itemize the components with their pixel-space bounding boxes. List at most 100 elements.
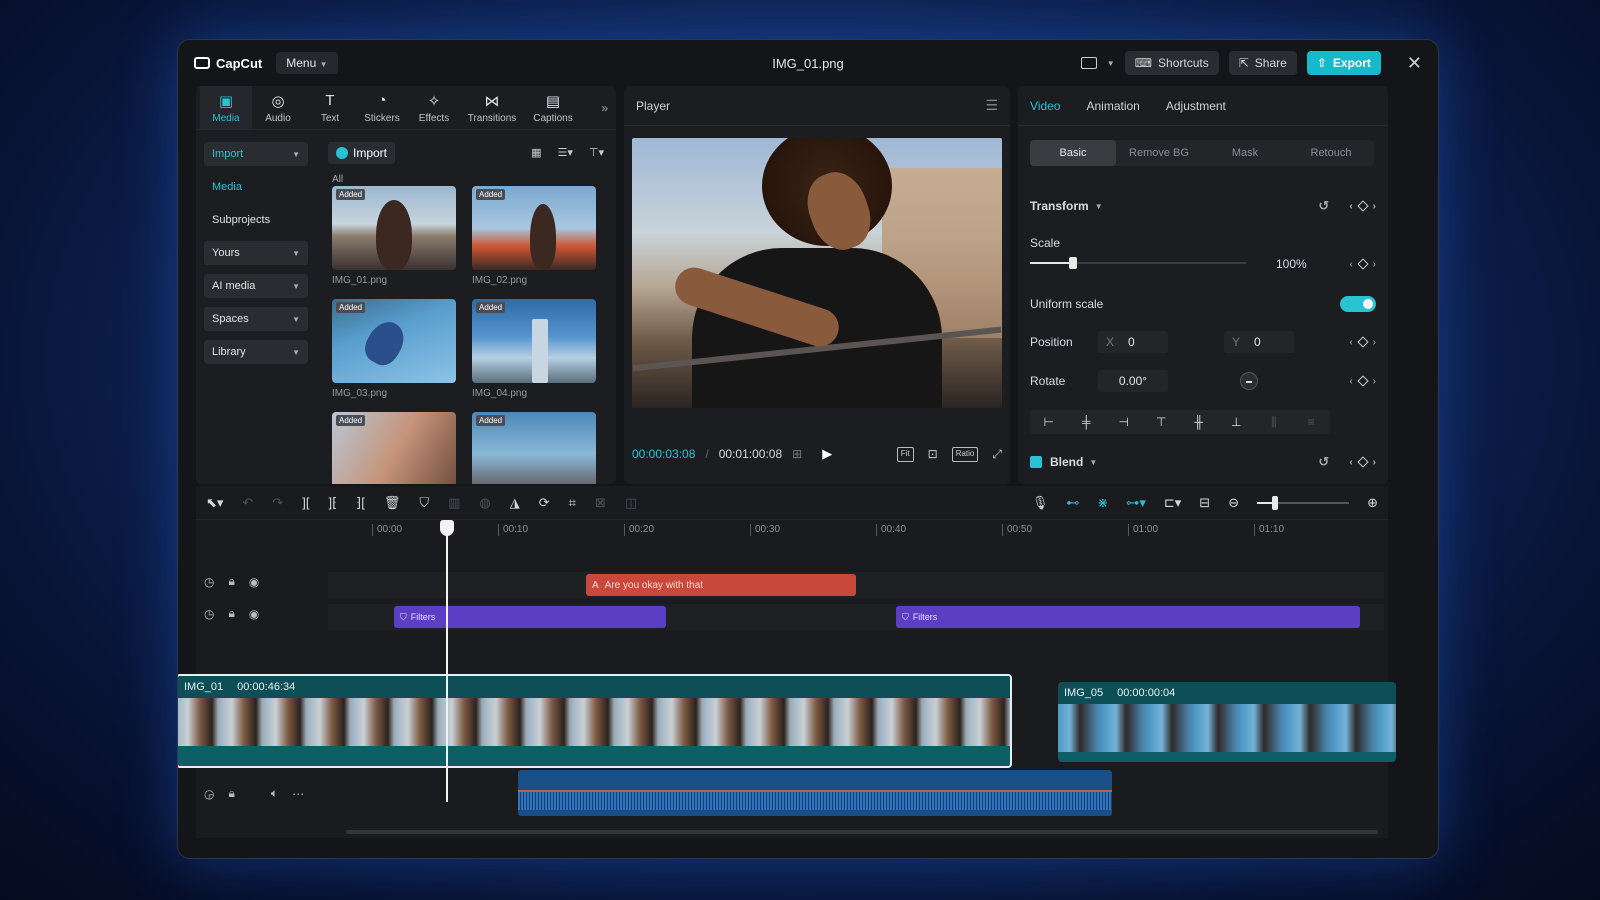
rotate-icon[interactable]: ⟳: [539, 495, 550, 511]
media-item[interactable]: Added IMG_01.png: [332, 186, 456, 287]
tab-captions[interactable]: ▤ Captions: [524, 86, 582, 129]
scale-value[interactable]: 100%: [1276, 257, 1307, 271]
grid-view-icon[interactable]: ▦: [531, 146, 541, 159]
scale-slider-handle[interactable]: [1069, 257, 1078, 269]
next-keyframe-icon[interactable]: ›: [1373, 457, 1376, 468]
next-keyframe-icon[interactable]: ›: [1373, 259, 1376, 270]
reset-icon[interactable]: ↺: [1318, 198, 1329, 214]
position-x-field[interactable]: X 0: [1098, 331, 1168, 353]
export-button[interactable]: ⇧ Export: [1306, 51, 1381, 75]
sub-tab-retouch[interactable]: Retouch: [1288, 140, 1374, 166]
delete-icon[interactable]: 🗑: [384, 495, 401, 511]
keyframe-icon[interactable]: [1356, 375, 1369, 387]
chevron-down-icon[interactable]: ▼: [1107, 59, 1115, 68]
video-clip[interactable]: IMG_05 00:00:00:04: [1058, 682, 1396, 762]
media-item[interactable]: Added IMG_03.png: [332, 299, 456, 400]
media-item[interactable]: Added IMG_02.png: [472, 186, 596, 287]
more-tabs-icon[interactable]: »: [601, 101, 612, 115]
tab-video[interactable]: Video: [1030, 99, 1060, 113]
next-keyframe-icon[interactable]: ›: [1373, 376, 1376, 387]
volume-icon[interactable]: 🔈︎: [271, 786, 278, 801]
prev-keyframe-icon[interactable]: ‹: [1349, 376, 1352, 387]
prev-keyframe-icon[interactable]: ‹: [1349, 259, 1352, 270]
replace-icon[interactable]: ◫: [625, 495, 637, 511]
lock-icon[interactable]: 🔒︎: [228, 786, 234, 801]
rotate-field[interactable]: 0.00°: [1098, 370, 1168, 392]
link-clips-icon[interactable]: ⊷: [1066, 495, 1079, 511]
audio-clock-icon[interactable]: ◶: [204, 787, 214, 801]
sub-tab-basic[interactable]: Basic: [1030, 140, 1116, 166]
side-item-import[interactable]: Import ▼: [204, 142, 308, 166]
play-icon[interactable]: ▶: [822, 446, 832, 462]
text-clip[interactable]: A Are you okay with that: [586, 574, 856, 596]
video-preview[interactable]: [632, 138, 1002, 408]
time-ruler[interactable]: 00:00 00:10 00:20 00:30 00:40 00:50 01:0…: [196, 520, 1388, 542]
align-left-icon[interactable]: ⊢: [1030, 410, 1068, 434]
blend-section[interactable]: Blend ▼ ↺ ‹ ›: [1030, 454, 1376, 470]
main-video-clip[interactable]: IMG_01 00:00:46:34: [178, 674, 1012, 768]
prev-keyframe-icon[interactable]: ‹: [1349, 201, 1352, 212]
next-keyframe-icon[interactable]: ›: [1373, 337, 1376, 348]
scale-slider[interactable]: [1030, 256, 1246, 272]
side-item-spaces[interactable]: Spaces ▼: [204, 307, 308, 331]
crop-icon[interactable]: ⌗: [569, 495, 576, 511]
side-item-library[interactable]: Library ▼: [204, 340, 308, 364]
fit-icon[interactable]: Fit: [896, 446, 914, 462]
tab-effects[interactable]: ✧ Effects: [408, 86, 460, 129]
freeze-icon[interactable]: ▥: [448, 495, 460, 511]
speed-icon[interactable]: ◍: [479, 495, 490, 511]
timeline-scrollbar[interactable]: [346, 830, 1378, 834]
audio-clip[interactable]: [518, 770, 1112, 816]
microphone-icon[interactable]: 🎙: [1032, 495, 1049, 511]
keyframe-icon[interactable]: [1356, 258, 1369, 270]
sub-tab-mask[interactable]: Mask: [1202, 140, 1288, 166]
media-item[interactable]: Added: [332, 412, 456, 484]
split-right-icon[interactable]: ⁆[: [356, 495, 365, 511]
menu-icon[interactable]: ☰: [985, 97, 998, 114]
side-item-ai-media[interactable]: AI media ▼: [204, 274, 308, 298]
distribute-v-icon[interactable]: ≡: [1293, 410, 1331, 434]
tab-transitions[interactable]: ⋈ Transitions: [460, 86, 524, 129]
keyframe-icon[interactable]: [1356, 200, 1369, 212]
lock-icon[interactable]: 🔒︎: [228, 574, 234, 589]
split-icon[interactable]: ][: [302, 495, 309, 510]
more-icon[interactable]: ⋯: [292, 787, 304, 801]
sub-tab-remove-bg[interactable]: Remove BG: [1116, 140, 1202, 166]
align-center-v-icon[interactable]: ╫: [1180, 410, 1218, 434]
side-item-media[interactable]: Media: [204, 175, 308, 199]
zoom-slider-handle[interactable]: [1272, 495, 1279, 510]
marker-icon[interactable]: ⛉: [419, 495, 429, 511]
undo-icon[interactable]: ↶: [242, 495, 253, 511]
media-item[interactable]: Added: [472, 412, 596, 484]
redo-icon[interactable]: ↷: [272, 495, 283, 511]
prev-keyframe-icon[interactable]: ‹: [1349, 337, 1352, 348]
side-item-subprojects[interactable]: Subprojects: [204, 208, 308, 232]
position-y-field[interactable]: Y 0: [1224, 331, 1294, 353]
sort-icon[interactable]: ☰▾: [558, 146, 573, 159]
snap-icon[interactable]: ⋇: [1097, 495, 1108, 511]
reset-icon[interactable]: ↺: [1318, 454, 1329, 470]
fit-clip-icon[interactable]: ⊠: [595, 495, 606, 511]
align-bottom-icon[interactable]: ⊥: [1218, 410, 1256, 434]
layout-icon[interactable]: [1080, 57, 1097, 69]
tab-adjustment[interactable]: Adjustment: [1166, 99, 1226, 113]
mirror-icon[interactable]: ◮: [510, 495, 520, 511]
align-center-h-icon[interactable]: ╪: [1068, 410, 1106, 434]
tab-audio[interactable]: ◎ Audio: [252, 86, 304, 129]
keyframe-icon[interactable]: [1356, 336, 1369, 348]
transform-section[interactable]: Transform ▼ ↺ ‹ ›: [1030, 198, 1376, 214]
eye-icon[interactable]: ◉: [249, 607, 259, 621]
menu-button[interactable]: Menu ▼: [276, 52, 338, 74]
filter-clip[interactable]: ⛉ Filters: [394, 606, 666, 628]
keyframe-icon[interactable]: [1356, 456, 1369, 468]
split-left-icon[interactable]: ]⁅: [328, 495, 337, 511]
clock-icon[interactable]: ◷: [204, 607, 214, 621]
clock-icon[interactable]: ◷: [204, 575, 214, 589]
select-cursor-icon[interactable]: ⬉▾: [206, 495, 223, 511]
distribute-h-icon[interactable]: ⫼: [1255, 410, 1293, 434]
screenshot-icon[interactable]: ⊡: [928, 447, 938, 462]
next-keyframe-icon[interactable]: ›: [1373, 201, 1376, 212]
share-button[interactable]: ⇱ Share: [1228, 51, 1297, 75]
playhead[interactable]: [440, 520, 454, 802]
media-item[interactable]: Added IMG_04.png: [472, 299, 596, 400]
